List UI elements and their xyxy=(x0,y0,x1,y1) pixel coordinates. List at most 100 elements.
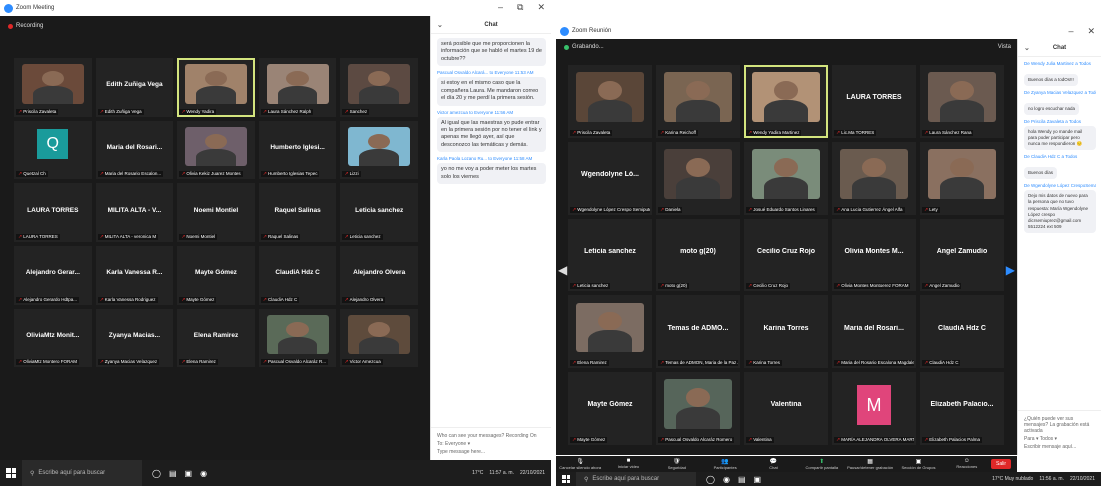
clock-date[interactable]: 22/10/2021 xyxy=(1070,476,1095,482)
chevron-down-icon[interactable]: ⌄ xyxy=(437,21,443,29)
participant-tile[interactable]: Karina Reichoff xyxy=(656,65,740,138)
participant-tile[interactable]: Leticia sanchez Leticia sanchez xyxy=(568,218,652,292)
participant-tile[interactable]: Angel Zamudio Angel Zamudio xyxy=(920,218,1004,292)
zoom-app-icon[interactable]: ▣ xyxy=(185,469,193,478)
toolbar-icon: 🛡 xyxy=(673,459,681,465)
participant-tile[interactable]: LAURA TORRES Lic.Ma TORRES xyxy=(832,65,916,138)
participant-tile[interactable]: Lety xyxy=(920,141,1004,215)
participant-tile[interactable]: Olivia Kekiz Juarez Montes xyxy=(177,120,255,180)
chat-input[interactable]: Escribir mensaje aquí... xyxy=(1024,444,1095,450)
task-view-icon[interactable]: ◯ xyxy=(152,469,161,478)
participant-label: Elena Ramirez xyxy=(179,359,218,366)
windows-start-icon[interactable] xyxy=(6,468,16,478)
participant-tile[interactable]: Wendy Yadira xyxy=(177,58,255,117)
toolbar-button[interactable]: ⬆ Compartir pantalla xyxy=(798,458,846,470)
participant-tile[interactable]: Maria del Rosari... Maria del Rosario Esc… xyxy=(832,295,916,369)
participant-tile[interactable]: Edith Zuñiga Vega Edith Zuñiga Vega xyxy=(95,58,174,117)
participant-tile[interactable]: Pascual Osvaldo Alcaráz R... xyxy=(258,308,337,368)
chat-recipient-select[interactable]: To: Everyone ▾ xyxy=(437,441,545,447)
participant-tile[interactable]: Raquel Salinas Raquel Salinas xyxy=(258,183,337,242)
next-page-icon[interactable]: ▶ xyxy=(1006,263,1015,277)
participant-tile[interactable]: Victor Amezcua xyxy=(340,308,418,368)
file-explorer-icon[interactable]: ▤ xyxy=(738,475,746,484)
toolbar-button[interactable]: ▦ Pausar/detener grabación xyxy=(846,458,894,470)
file-explorer-icon[interactable]: ▤ xyxy=(169,469,177,478)
participant-tile[interactable]: Lizzi xyxy=(340,120,418,180)
participant-tile[interactable]: Daniela xyxy=(656,141,740,215)
close-icon[interactable]: ✕ xyxy=(1087,26,1095,37)
task-view-icon[interactable]: ◯ xyxy=(706,475,715,484)
participant-tile[interactable]: Humberto Iglesi... Humberto Iglesias Tepe… xyxy=(258,120,337,180)
participant-tile[interactable]: Wgendolyne Ló... Wgendolyne López Crespo … xyxy=(568,141,652,215)
participant-tile[interactable]: MILITA ALTA - V... MILITA ALTA - veronica… xyxy=(95,183,174,242)
clock-time[interactable]: 11:56 a. m. xyxy=(1039,476,1064,482)
chrome-icon[interactable]: ◉ xyxy=(200,469,207,478)
toolbar-button[interactable]: 👥 Participantes xyxy=(701,458,749,470)
participant-tile[interactable]: Valentina Valentina xyxy=(744,372,828,445)
participant-avatar: M xyxy=(857,385,891,426)
participant-tile[interactable]: Sanchez xyxy=(340,58,418,117)
chat-visibility-note[interactable]: ¿Quién puede ver sus mensajes? La grabac… xyxy=(1024,416,1095,434)
participant-tile[interactable]: Ana Lucia Gutierrez Ángel Alfa xyxy=(832,141,916,215)
toolbar-button[interactable]: ▣ Sección de Grupos xyxy=(894,458,942,470)
participant-tile[interactable]: Q Quetzal Ch xyxy=(14,120,92,180)
leave-button[interactable]: Salir xyxy=(990,459,1011,469)
edge-icon[interactable]: ◉ xyxy=(723,475,730,484)
participant-tile[interactable]: Alejandro Olvera Alejandro Olvera xyxy=(340,246,418,305)
taskbar-search[interactable]: ⚲ Escribe aquí para buscar xyxy=(576,472,696,486)
participant-tile[interactable]: Elena Ramirez xyxy=(568,295,652,369)
chat-visibility-note[interactable]: Who can see your messages? Recording On xyxy=(437,433,545,439)
maximize-icon[interactable]: ⧉ xyxy=(517,2,523,13)
participant-label: Laura Sánchez Ralph xyxy=(260,108,314,115)
participant-tile[interactable]: Mayte Gómez Mayte Gómez xyxy=(568,372,652,445)
participant-tile[interactable]: moto g(20) moto g(20) xyxy=(656,218,740,292)
participant-label: ClaudiA Hdz C xyxy=(260,296,300,303)
zoom-app-icon[interactable]: ▣ xyxy=(754,475,762,484)
participant-tile[interactable]: Wendy Yadira Martinez xyxy=(744,65,828,138)
minimize-icon[interactable]: – xyxy=(498,2,503,13)
participant-tile[interactable]: Priscila Zavaleta xyxy=(14,58,92,117)
participant-tile[interactable]: Karla Vanessa R... Karla Vanessa Rodrigue… xyxy=(95,246,174,305)
participant-tile[interactable]: Olivia Montes M... Olivia Montes Montoere… xyxy=(832,218,916,292)
participant-tile[interactable]: Josué Eduardo Santos Linares xyxy=(744,141,828,215)
close-icon[interactable]: ✕ xyxy=(537,2,545,13)
chat-message: De Priscila Zavaleta a Todos hola Wendy y… xyxy=(1024,119,1096,151)
participant-tile[interactable]: M MARÍA ALEJANDRA OLVERA MARTÍNEZ xyxy=(832,372,916,445)
participant-tile[interactable]: Pascual Osvaldo Alcaráz Romero xyxy=(656,372,740,445)
participant-tile[interactable]: Laura Sánchez Rana xyxy=(920,65,1004,138)
clock-time[interactable]: 11:57 a. m. xyxy=(489,470,514,476)
prev-page-icon[interactable]: ◀ xyxy=(558,263,567,277)
participant-tile[interactable]: Maria del Rosari... Maria del Rosario Esc… xyxy=(95,120,174,180)
participant-tile[interactable]: LAURA TORRES LAURA TORRES xyxy=(14,183,92,242)
toolbar-button[interactable]: ■ Iniciar video xyxy=(604,458,652,470)
participant-tile[interactable]: Laura Sánchez Ralph xyxy=(258,58,337,117)
participant-tile[interactable]: Leticia sanchez Leticia sanchez xyxy=(340,183,418,242)
participant-tile[interactable]: Priscila Zavaleta xyxy=(568,65,652,138)
participant-tile[interactable]: Alejandro Gerar... Alejandro Gerardo Hdtp… xyxy=(14,246,92,305)
participant-tile[interactable]: Mayte Gómez Mayte Gómez xyxy=(177,246,255,305)
taskbar-search[interactable]: ⚲ Escribe aquí para buscar xyxy=(22,460,142,486)
minimize-icon[interactable]: – xyxy=(1068,26,1073,37)
participant-tile[interactable]: Noemi Montiel Noemi Montiel xyxy=(177,183,255,242)
participant-tile[interactable]: Elena Ramirez Elena Ramirez xyxy=(177,308,255,368)
toolbar-button[interactable]: ☺ Reacciones xyxy=(943,458,991,470)
toolbar-button[interactable]: 🎙 Cancelar silencio ahora xyxy=(556,458,604,470)
participant-tile[interactable]: ClaudiA Hdz C ClaudiA Hdz C xyxy=(920,295,1004,369)
clock-date[interactable]: 22/10/2021 xyxy=(520,470,545,476)
toolbar-button[interactable]: 🛡 Seguridad xyxy=(653,458,701,470)
participant-tile[interactable]: OliviaMtz Monit... OliviaMtz Montero FORA… xyxy=(14,308,92,368)
participant-tile[interactable]: Elizabeth Palacio... Elizabeth Palacios P… xyxy=(920,372,1004,445)
participant-tile[interactable]: Cecilio Cruz Rojo Cecilio Cruz Rojo xyxy=(744,218,828,292)
participant-tile[interactable]: ClaudiA Hdz C ClaudiA Hdz C xyxy=(258,246,337,305)
windows-start-icon[interactable] xyxy=(562,475,570,483)
participant-tile[interactable]: Zyanya Macias... Zyanya Macias Velazquez xyxy=(95,308,174,368)
chat-sender: De Priscila Zavaleta a Todos xyxy=(1024,119,1081,125)
chat-recipient-select[interactable]: Para ▾ Todos ▾ xyxy=(1024,436,1095,442)
chat-input[interactable]: Type message here... xyxy=(437,449,545,455)
participant-tile[interactable]: Karina Torres Karina Torres xyxy=(744,295,828,369)
view-button[interactable]: Vista xyxy=(998,44,1011,50)
participant-tile[interactable]: Temas de ADMO... Temas de ADMON, Maria de… xyxy=(656,295,740,369)
chevron-down-icon[interactable]: ⌄ xyxy=(1024,44,1030,52)
toolbar-label: Reacciones xyxy=(956,464,978,469)
toolbar-button[interactable]: 💬 Chat xyxy=(749,458,797,470)
